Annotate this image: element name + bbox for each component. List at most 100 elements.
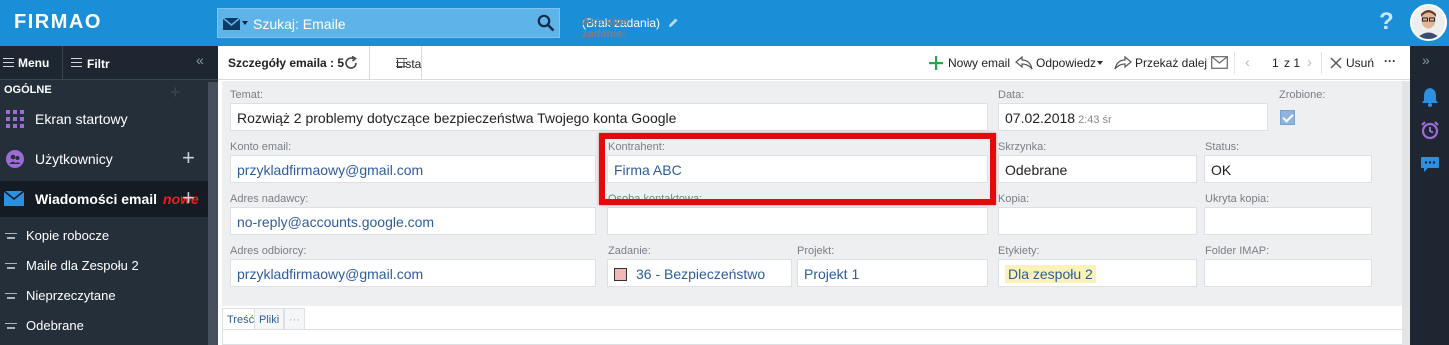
cc-label: Kopia: — [998, 193, 1030, 205]
tags-label: Etykiety: — [998, 245, 1040, 257]
sidebar-item-label: Użytkownicy — [35, 151, 113, 167]
sidebar-subitem-received[interactable]: Odebrane — [0, 310, 210, 340]
chevron-down-icon[interactable] — [1097, 61, 1103, 65]
filter-icon — [5, 233, 17, 241]
sidebar-menu-label: Menu — [18, 56, 50, 70]
recipient-label: Adres odbiorcy: — [230, 245, 307, 257]
date-label: Data: — [998, 89, 1025, 101]
sidebar-subitem-unread[interactable]: Nieprzeczytane — [0, 280, 210, 310]
app-logo[interactable]: FIRMAO — [14, 11, 102, 34]
chevron-left-icon[interactable]: ‹ — [1245, 54, 1250, 71]
time-value: 2:43 śr — [1078, 114, 1112, 126]
new-email-button[interactable]: Nowy email — [948, 56, 1010, 70]
filter-icon — [71, 58, 82, 67]
grid-icon — [6, 110, 24, 128]
sidebar-menu-tab[interactable]: Menu — [0, 46, 63, 80]
sidebar-item-text: Wiadomości email — [35, 191, 158, 207]
mail-icon[interactable] — [222, 16, 244, 32]
user-avatar[interactable] — [1410, 4, 1447, 41]
sidebar: Menu Filtr « OGÓLNE + Ekran startowy Uży… — [0, 46, 218, 345]
chat-icon[interactable] — [1420, 156, 1440, 174]
contact-person-field[interactable] — [607, 207, 988, 235]
sidebar-item-users[interactable]: Użytkownicy + — [0, 141, 218, 177]
current-task: Aktualne zadanie: (Brak zadania) — [582, 16, 679, 40]
add-user-icon[interactable]: + — [182, 145, 195, 171]
close-icon[interactable] — [1330, 57, 1342, 69]
filter-icon — [5, 323, 17, 331]
help-icon[interactable]: ? — [1379, 8, 1394, 36]
account-field[interactable]: przykladfirmaowy@gmail.com — [230, 155, 596, 183]
sidebar-filter-tab[interactable]: Filtr — [63, 46, 183, 80]
delete-button[interactable]: Usuń — [1346, 56, 1374, 70]
toolbar-divider — [1234, 52, 1235, 74]
sidebar-subitem-team-mails[interactable]: Maile dla Zespołu 2 — [0, 250, 210, 280]
imap-folder-field[interactable] — [1204, 259, 1372, 287]
toolbar: Szczegóły emaila : 5 Lista Nowy email Od… — [218, 46, 1410, 80]
top-bar: FIRMAO Szukaj: Emaile Aktualne zadanie:(… — [0, 0, 1449, 46]
subject-field[interactable]: Rozwiąż 2 problemy dotyczące bezpieczeńs… — [230, 103, 988, 131]
sidebar-item-start-screen[interactable]: Ekran startowy — [0, 101, 218, 137]
bcc-field[interactable] — [1204, 207, 1372, 235]
sidebar-item-emails[interactable]: Wiadomości email nowe + — [0, 181, 218, 217]
content-tabs: Treść Pliki ··· — [222, 308, 1404, 330]
search-icon[interactable] — [537, 14, 555, 32]
task-color-icon — [614, 268, 627, 281]
plus-icon[interactable] — [928, 55, 944, 71]
cc-field[interactable] — [998, 207, 1197, 235]
list-view-button[interactable]: Lista — [369, 46, 422, 80]
status-label: Status: — [1205, 141, 1240, 153]
sidebar-section-title: OGÓLNE — [4, 84, 52, 96]
task-label: Zadanie: — [608, 245, 651, 257]
collapse-rail-icon[interactable]: » — [1422, 52, 1430, 68]
menu-icon — [3, 58, 14, 67]
toolbar-divider — [1321, 52, 1322, 74]
task-field[interactable]: 36 - Bezpieczeństwo — [607, 259, 792, 287]
tab-more[interactable]: ··· — [284, 308, 305, 330]
status-field[interactable]: OK — [1204, 155, 1372, 183]
current-task-label: Aktualne zadanie: — [582, 16, 629, 40]
mailbox-field[interactable]: Odebrane — [998, 155, 1197, 183]
add-section-icon[interactable]: + — [170, 82, 181, 103]
alarm-clock-icon[interactable] — [1420, 120, 1440, 140]
user-photo-icon — [1412, 6, 1445, 39]
reply-button[interactable]: Odpowiedz — [1036, 56, 1096, 70]
users-icon — [6, 150, 24, 168]
recipient-field[interactable]: przykladfirmaowy@gmail.com — [230, 259, 596, 287]
sidebar-scrollbar[interactable] — [208, 82, 218, 345]
tab-files[interactable]: Pliki — [254, 308, 285, 330]
main-scrollbar[interactable] — [1402, 81, 1410, 345]
imap-folder-label: Folder IMAP: — [1205, 245, 1270, 257]
sidebar-subitem-label: Maile dla Zespołu 2 — [26, 258, 139, 273]
sidebar-subitem-label: Nieprzeczytane — [26, 288, 116, 303]
sidebar-subitem-label: Kopie robocze — [26, 228, 110, 243]
tag-chip[interactable]: Dla zespołu 2 — [1005, 265, 1096, 283]
forward-button[interactable]: Przekaż dalej — [1135, 56, 1207, 70]
more-options-icon[interactable]: ··· — [1384, 54, 1396, 68]
subject-label: Temat: — [230, 89, 264, 101]
done-label: Zrobione: — [1279, 89, 1326, 101]
project-field[interactable]: Projekt 1 — [797, 259, 988, 287]
sidebar-header: Menu Filtr « — [0, 46, 218, 80]
email-body[interactable] — [222, 329, 1404, 345]
bell-icon[interactable] — [1421, 87, 1439, 107]
list-icon — [396, 58, 407, 67]
page-total: z 1 — [1284, 56, 1301, 70]
refresh-icon[interactable] — [343, 55, 359, 71]
reply-icon[interactable] — [1015, 56, 1033, 70]
add-email-icon[interactable]: + — [182, 185, 195, 211]
search-input[interactable]: Szukaj: Emaile — [253, 16, 346, 32]
done-checkbox[interactable] — [1280, 110, 1295, 125]
chevron-down-icon[interactable] — [242, 21, 248, 25]
envelope-icon[interactable] — [1211, 56, 1228, 69]
date-field[interactable]: 07.02.2018 2:43 śr — [998, 103, 1268, 131]
chevron-right-icon[interactable]: › — [1307, 54, 1312, 71]
sidebar-subitem-drafts[interactable]: Kopie robocze — [0, 220, 210, 250]
sender-field[interactable]: no-reply@accounts.google.com — [230, 207, 596, 235]
page-title: Szczegóły emaila : 5 — [228, 56, 345, 70]
task-value[interactable]: 36 - Bezpieczeństwo — [636, 266, 765, 282]
search-box[interactable]: Szukaj: Emaile — [217, 8, 560, 38]
collapse-sidebar-icon[interactable]: « — [196, 52, 204, 68]
tags-field[interactable]: Dla zespołu 2 — [998, 259, 1197, 287]
forward-icon[interactable] — [1114, 56, 1132, 70]
page-current[interactable]: 1 — [1272, 56, 1279, 70]
